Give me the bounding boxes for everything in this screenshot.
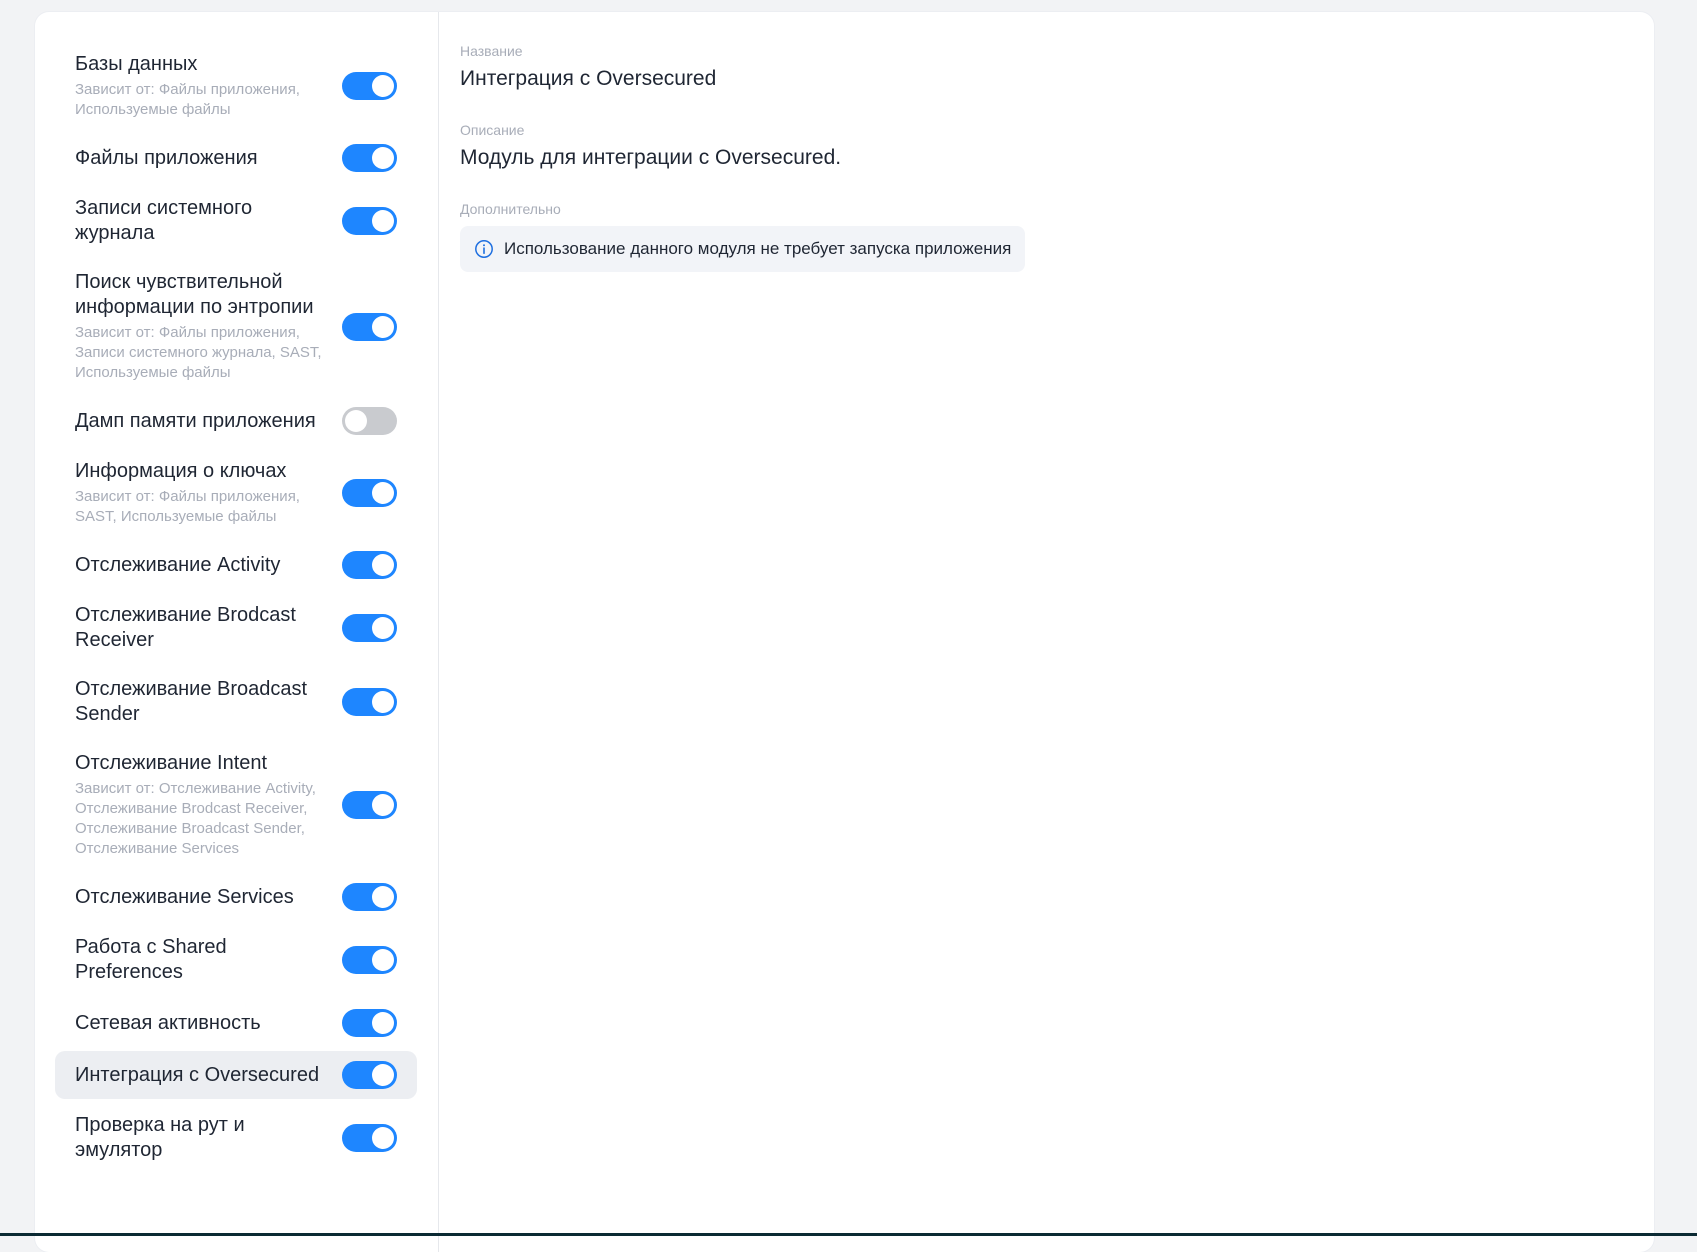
module-title: Отслеживание Services xyxy=(75,885,335,910)
module-title: Записи системного журнала xyxy=(75,196,335,246)
module-text: Отслеживание Activity xyxy=(75,553,335,578)
toggle-knob xyxy=(372,1127,394,1149)
toggle-knob xyxy=(372,1064,394,1086)
module-toggle[interactable] xyxy=(342,551,397,579)
module-item[interactable]: Отслеживание Services xyxy=(55,873,417,921)
module-item[interactable]: Отслеживание Intent Зависит от: Отслежива… xyxy=(55,741,417,869)
module-toggle[interactable] xyxy=(342,688,397,716)
module-title: Работа с Shared Preferences xyxy=(75,935,335,985)
module-text: Отслеживание Services xyxy=(75,885,335,910)
module-item[interactable]: Файлы приложения xyxy=(55,134,417,182)
module-toggle[interactable] xyxy=(342,1009,397,1037)
toggle-knob xyxy=(372,554,394,576)
module-title: Поиск чувствительной информации по энтро… xyxy=(75,270,335,320)
module-toggle[interactable] xyxy=(342,791,397,819)
module-toggle[interactable] xyxy=(342,72,397,100)
extra-label: Дополнительно xyxy=(460,200,1610,218)
module-text: Интеграция с Oversecured xyxy=(75,1063,335,1088)
module-text: Отслеживание Intent Зависит от: Отслежива… xyxy=(75,751,335,859)
toggle-knob xyxy=(372,316,394,338)
module-item[interactable]: Отслеживание Brodcast Receiver xyxy=(55,593,417,663)
toggle-knob xyxy=(372,691,394,713)
name-label: Название xyxy=(460,42,1610,60)
module-title: Дамп памяти приложения xyxy=(75,409,335,434)
toggle-knob xyxy=(372,147,394,169)
module-title: Сетевая активность xyxy=(75,1011,335,1036)
module-item[interactable]: Проверка на рут и эмулятор xyxy=(55,1103,417,1173)
module-item[interactable]: Поиск чувствительной информации по энтро… xyxy=(55,260,417,393)
module-item[interactable]: Сетевая активность xyxy=(55,999,417,1047)
module-text: Файлы приложения xyxy=(75,146,335,171)
module-title: Интеграция с Oversecured xyxy=(75,1063,335,1088)
module-text: Поиск чувствительной информации по энтро… xyxy=(75,270,335,383)
module-item[interactable]: Записи системного журнала xyxy=(55,186,417,256)
module-title: Отслеживание Intent xyxy=(75,751,335,776)
module-title: Файлы приложения xyxy=(75,146,335,171)
toggle-knob xyxy=(372,482,394,504)
description-field: Описание Модуль для интеграции с Oversec… xyxy=(460,121,1610,172)
name-field: Название Интеграция с Oversecured xyxy=(460,42,1610,93)
module-text: Отслеживание Brodcast Receiver xyxy=(75,603,335,653)
module-item[interactable]: Дамп памяти приложения xyxy=(55,397,417,445)
module-item[interactable]: Базы данных Зависит от: Файлы приложения,… xyxy=(55,42,417,130)
module-text: Информация о ключах Зависит от: Файлы при… xyxy=(75,459,335,527)
module-item[interactable]: Информация о ключах Зависит от: Файлы при… xyxy=(55,449,417,537)
module-toggle[interactable] xyxy=(342,614,397,642)
module-dependencies: Зависит от: Файлы приложения, Используем… xyxy=(75,80,335,120)
module-title: Проверка на рут и эмулятор xyxy=(75,1113,335,1163)
module-toggle[interactable] xyxy=(342,144,397,172)
module-toggle[interactable] xyxy=(342,946,397,974)
toggle-knob xyxy=(372,617,394,639)
module-title: Базы данных xyxy=(75,52,335,77)
toggle-knob xyxy=(372,75,394,97)
description-value: Модуль для интеграции с Oversecured. xyxy=(460,144,1610,172)
description-label: Описание xyxy=(460,121,1610,139)
module-toggle[interactable] xyxy=(342,1061,397,1089)
module-item[interactable]: Отслеживание Broadcast Sender xyxy=(55,667,417,737)
module-toggle[interactable] xyxy=(342,883,397,911)
module-title: Отслеживание Activity xyxy=(75,553,335,578)
module-title: Отслеживание Broadcast Sender xyxy=(75,677,335,727)
module-dependencies: Зависит от: Файлы приложения, Записи сис… xyxy=(75,323,335,383)
toggle-knob xyxy=(345,410,367,432)
module-text: Работа с Shared Preferences xyxy=(75,935,335,985)
module-item[interactable]: Отслеживание Activity xyxy=(55,541,417,589)
module-text: Записи системного журнала xyxy=(75,196,335,246)
info-text: Использование данного модуля не требует … xyxy=(504,239,1011,259)
info-notice: Использование данного модуля не требует … xyxy=(460,226,1025,272)
module-title: Информация о ключах xyxy=(75,459,335,484)
module-toggle[interactable] xyxy=(342,207,397,235)
module-item[interactable]: Интеграция с Oversecured xyxy=(55,1051,417,1099)
module-toggle[interactable] xyxy=(342,313,397,341)
modules-list: Базы данных Зависит от: Файлы приложения,… xyxy=(35,12,438,1173)
toggle-knob xyxy=(372,210,394,232)
module-text: Сетевая активность xyxy=(75,1011,335,1036)
name-value: Интеграция с Oversecured xyxy=(460,65,1610,93)
toggle-knob xyxy=(372,949,394,971)
toggle-knob xyxy=(372,794,394,816)
settings-card: Базы данных Зависит от: Файлы приложения,… xyxy=(35,12,1654,1252)
info-circle-icon xyxy=(474,239,494,259)
toggle-knob xyxy=(372,886,394,908)
module-toggle[interactable] xyxy=(342,1124,397,1152)
module-text: Дамп памяти приложения xyxy=(75,409,335,434)
modules-panel: Базы данных Зависит от: Файлы приложения,… xyxy=(35,12,439,1252)
toggle-knob xyxy=(372,1012,394,1034)
module-text: Проверка на рут и эмулятор xyxy=(75,1113,335,1163)
module-text: Отслеживание Broadcast Sender xyxy=(75,677,335,727)
module-text: Базы данных Зависит от: Файлы приложения,… xyxy=(75,52,335,120)
module-toggle[interactable] xyxy=(342,407,397,435)
module-dependencies: Зависит от: Отслеживание Activity, Отсле… xyxy=(75,779,335,859)
module-title: Отслеживание Brodcast Receiver xyxy=(75,603,335,653)
module-toggle[interactable] xyxy=(342,479,397,507)
extra-field: Дополнительно Использование данного моду… xyxy=(460,200,1610,272)
module-dependencies: Зависит от: Файлы приложения, SAST, Испо… xyxy=(75,487,335,527)
module-details: Название Интеграция с Oversecured Описан… xyxy=(460,42,1610,272)
module-item[interactable]: Работа с Shared Preferences xyxy=(55,925,417,995)
